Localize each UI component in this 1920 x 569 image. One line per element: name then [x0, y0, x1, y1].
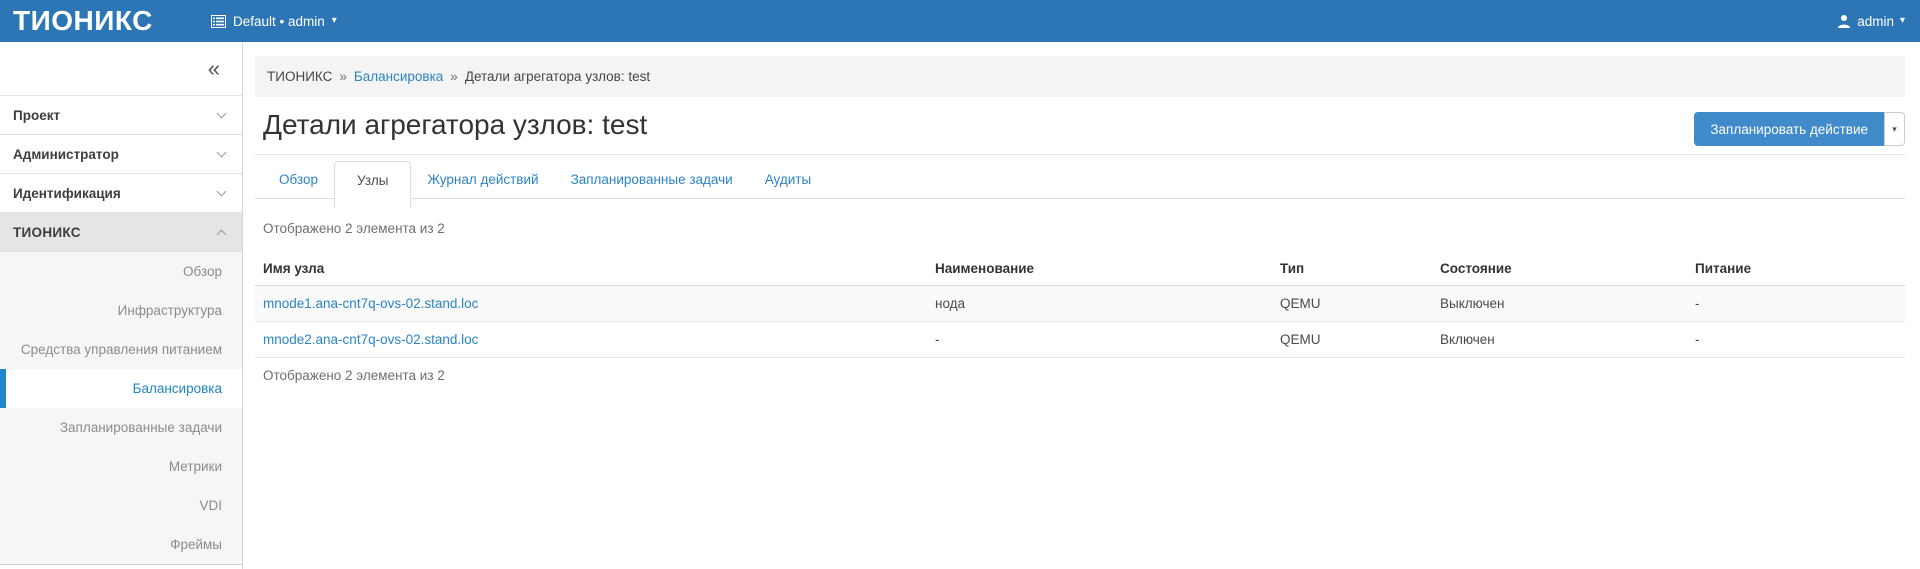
nodes-table: Имя узла Наименование Тип Состояние Пита… [255, 252, 1905, 358]
sidebar-collapse-button[interactable]: « [208, 58, 220, 80]
sidebar-item-scheduled-tasks[interactable]: Запланированные задачи [0, 408, 242, 447]
user-icon [1837, 14, 1851, 28]
chevron-down-icon [217, 109, 227, 119]
table-row: mnode2.ana-cnt7q-ovs-02.stand.loc - QEMU… [255, 322, 1905, 358]
schedule-action-split-button: Запланировать действие ▾ [1694, 112, 1905, 146]
tab-nodes[interactable]: Узлы [334, 161, 411, 208]
sidebar-section-identity[interactable]: Идентификация [0, 174, 242, 213]
table-row: mnode1.ana-cnt7q-ovs-02.stand.loc нода Q… [255, 286, 1905, 322]
chevron-down-icon: ▾ [1892, 125, 1897, 134]
cell-naming: нода [927, 286, 1272, 322]
table-list-icon [211, 15, 226, 28]
breadcrumb: ТИОНИКС » Балансировка » Детали агрегато… [255, 56, 1905, 97]
user-menu-label: admin [1857, 14, 1894, 29]
user-menu[interactable]: admin ▾ [1837, 0, 1905, 42]
sidebar-item-vdi[interactable]: VDI [0, 486, 242, 525]
sidebar-item-infrastructure[interactable]: Инфраструктура [0, 291, 242, 330]
column-header-type: Тип [1272, 252, 1432, 286]
column-header-naming: Наименование [927, 252, 1272, 286]
sidebar-section-admin[interactable]: Администратор [0, 135, 242, 174]
table-summary-top: Отображено 2 элемента из 2 [263, 221, 1905, 236]
column-header-node-name: Имя узла [255, 252, 927, 286]
sidebar-item-power-management[interactable]: Средства управления питанием [0, 330, 242, 369]
sidebar-item-balancing[interactable]: Балансировка [0, 369, 242, 408]
sidebar-item-overview[interactable]: Обзор [0, 252, 242, 291]
sidebar-section-label: ТИОНИКС [13, 225, 81, 240]
node-link[interactable]: mnode1.ana-cnt7q-ovs-02.stand.loc [263, 296, 478, 311]
column-header-power: Питание [1687, 252, 1905, 286]
breadcrumb-separator: » [339, 69, 347, 84]
cell-state: Включен [1432, 322, 1687, 358]
sidebar-section-project[interactable]: Проект [0, 96, 242, 135]
breadcrumb-item-current: Детали агрегатора узлов: test [465, 69, 650, 84]
sidebar-items: Обзор Инфраструктура Средства управления… [0, 252, 242, 565]
cell-naming: - [927, 322, 1272, 358]
tab-overview[interactable]: Обзор [263, 162, 334, 198]
sidebar-item-frames[interactable]: Фреймы [0, 525, 242, 564]
cell-power: - [1687, 286, 1905, 322]
app-logo[interactable]: ТИОНИКС [13, 0, 153, 42]
page-title: Детали агрегатора узлов: test [263, 109, 1905, 141]
cell-state: Выключен [1432, 286, 1687, 322]
breadcrumb-separator: » [450, 69, 458, 84]
chevron-down-icon [217, 148, 227, 158]
tab-audits[interactable]: Аудиты [749, 162, 827, 198]
sidebar-item-metrics[interactable]: Метрики [0, 447, 242, 486]
table-header-row: Имя узла Наименование Тип Состояние Пита… [255, 252, 1905, 286]
sidebar-collapse-row: « [0, 42, 242, 96]
sidebar-section-label: Администратор [13, 147, 119, 162]
cell-type: QEMU [1272, 286, 1432, 322]
schedule-action-button[interactable]: Запланировать действие [1694, 112, 1884, 146]
tab-scheduled-tasks[interactable]: Запланированные задачи [555, 162, 749, 198]
schedule-action-dropdown-toggle[interactable]: ▾ [1884, 112, 1905, 146]
chevron-down-icon: ▾ [332, 16, 337, 26]
tab-action-log[interactable]: Журнал действий [411, 162, 554, 198]
top-navbar: ТИОНИКС Default • admin ▾ admin ▾ [0, 0, 1920, 42]
sidebar-section-tionix[interactable]: ТИОНИКС [0, 213, 242, 252]
page-title-block: Детали агрегатора узлов: test [255, 109, 1905, 155]
context-switcher-label: Default • admin [233, 14, 325, 29]
context-switcher-menu[interactable]: Default • admin ▾ [211, 0, 337, 42]
cell-type: QEMU [1272, 322, 1432, 358]
sidebar: « Проект Администратор Идентификация ТИО… [0, 42, 243, 569]
breadcrumb-link-balancing[interactable]: Балансировка [354, 69, 443, 84]
main-content: ТИОНИКС » Балансировка » Детали агрегато… [243, 42, 1920, 569]
breadcrumb-item: ТИОНИКС [267, 69, 332, 84]
detail-tabs: Обзор Узлы Журнал действий Запланированн… [255, 161, 1905, 199]
column-header-state: Состояние [1432, 252, 1687, 286]
cell-power: - [1687, 322, 1905, 358]
chevron-down-icon [217, 187, 227, 197]
table-summary-bottom: Отображено 2 элемента из 2 [263, 368, 1905, 383]
sidebar-section-label: Идентификация [13, 186, 121, 201]
node-link[interactable]: mnode2.ana-cnt7q-ovs-02.stand.loc [263, 332, 478, 347]
chevron-down-icon: ▾ [1900, 16, 1905, 26]
sidebar-section-label: Проект [13, 108, 60, 123]
chevron-up-icon [217, 229, 227, 239]
